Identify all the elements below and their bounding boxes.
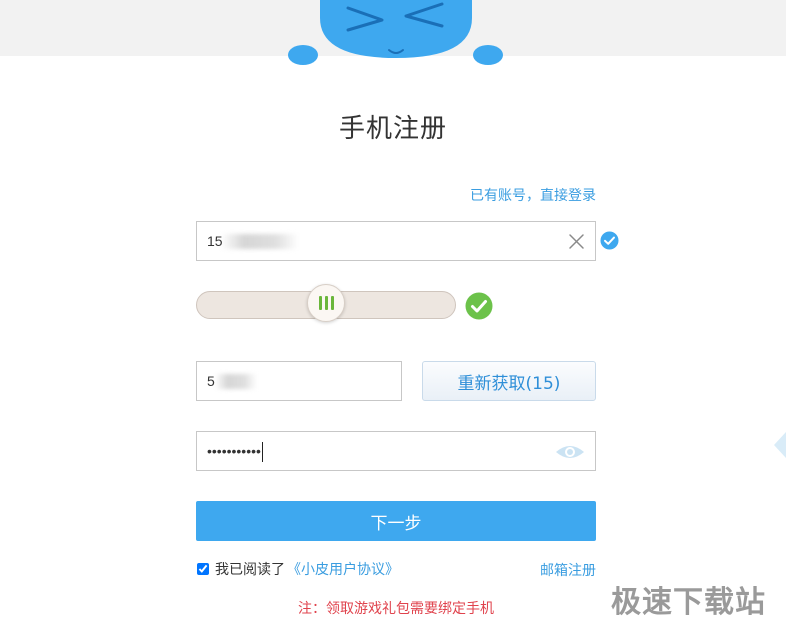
watermark-logo: 极速下载站 — [611, 585, 766, 620]
agreement-checkbox[interactable] — [197, 563, 209, 575]
password-field[interactable] — [196, 431, 596, 471]
password-input[interactable] — [207, 432, 267, 470]
next-step-button[interactable]: 下一步 — [196, 501, 596, 541]
clear-icon[interactable] — [568, 233, 585, 250]
handle-grip-bar — [331, 296, 334, 310]
check-circle-icon — [600, 231, 619, 250]
page-title: 手机注册 — [338, 114, 447, 144]
resend-code-button[interactable]: 重新获取(15) — [422, 361, 596, 401]
eye-icon[interactable] — [555, 443, 585, 461]
redacted-blur — [221, 234, 299, 249]
login-link[interactable]: 已有账号，直接登录 — [470, 185, 596, 205]
slider-handle[interactable] — [307, 284, 345, 322]
handle-grip-bar — [319, 296, 322, 310]
handle-grip-bar — [325, 296, 328, 310]
agreement-text: 我已阅读了 — [215, 562, 285, 578]
chevron-left-icon[interactable] — [772, 432, 786, 458]
check-circle-icon — [465, 292, 493, 320]
verification-code-field[interactable] — [196, 361, 402, 401]
text-caret — [262, 442, 263, 462]
email-register-link[interactable]: 邮箱注册 — [540, 560, 596, 580]
phone-field[interactable] — [196, 221, 596, 261]
agreement-link[interactable]: 《小皮用户协议》 — [287, 559, 399, 579]
agreement-row: 我已阅读了 《小皮用户协议》 — [197, 560, 399, 578]
redacted-blur — [215, 374, 257, 389]
mascot-illustration — [288, 0, 503, 65]
